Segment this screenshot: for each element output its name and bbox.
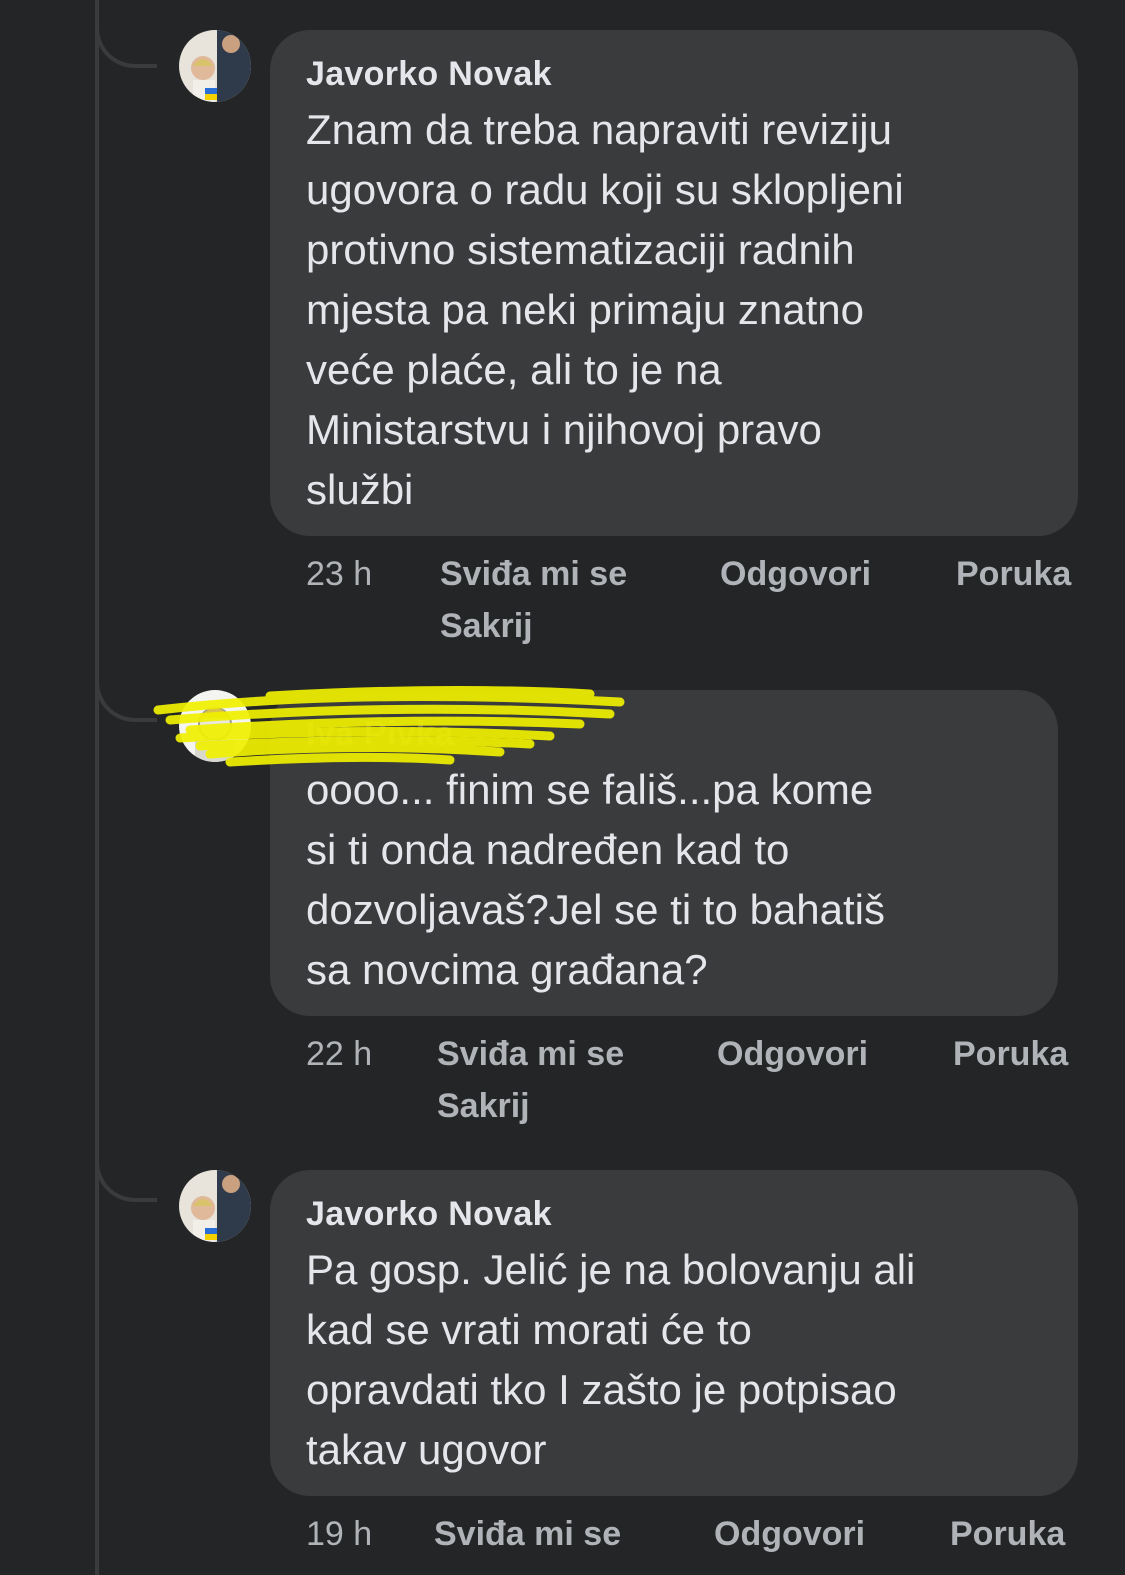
comment-author[interactable]: Javorko Novak — [306, 52, 1048, 96]
comment-text: oooo... finim se fališ...pa kome si ti o… — [306, 766, 885, 993]
avatar-javorko-novak[interactable] — [179, 1170, 251, 1242]
comment-text: Pa gosp. Jelić je na bolovanju ali kad s… — [306, 1246, 916, 1473]
comment-time[interactable]: 23 h — [306, 548, 372, 600]
reply-connector — [95, 660, 157, 722]
comment-thread: Javorko Novak Znam da treba napraviti re… — [0, 0, 1125, 1575]
reply-connector — [95, 1140, 157, 1202]
avatar-photo-icon — [179, 1170, 251, 1242]
flag-icon — [205, 1228, 217, 1234]
flag-icon — [205, 88, 217, 94]
avatar-photo-icon — [179, 30, 251, 102]
message-button[interactable]: Poruka — [956, 548, 1071, 600]
reply-button[interactable]: Odgovori — [720, 548, 871, 600]
comment-text: Znam da treba napraviti reviziju ugovora… — [306, 106, 904, 513]
avatar-iva-pivka[interactable] — [179, 690, 251, 762]
comment-author[interactable]: Javorko Novak — [306, 1192, 1048, 1236]
comment-bubble: Iva Pivka oooo... finim se fališ...pa ko… — [270, 690, 1058, 1016]
reply-button[interactable]: Odgovori — [717, 1028, 868, 1080]
comment-author[interactable]: Iva Pivka — [306, 712, 1028, 756]
comment-bubble: Javorko Novak Pa gosp. Jelić je na bolov… — [270, 1170, 1078, 1496]
avatar-javorko-novak[interactable] — [179, 30, 251, 102]
message-button[interactable]: Poruka — [950, 1508, 1065, 1560]
like-button[interactable]: Sviđa mi se — [437, 1028, 624, 1080]
comment-bubble: Javorko Novak Znam da treba napraviti re… — [270, 30, 1078, 536]
avatar-photo-icon — [179, 690, 251, 762]
hide-button[interactable]: Sakrij — [440, 600, 533, 652]
reply-button[interactable]: Odgovori — [714, 1508, 865, 1560]
message-button[interactable]: Poruka — [953, 1028, 1068, 1080]
comment-time[interactable]: 19 h — [306, 1508, 372, 1560]
comment-time[interactable]: 22 h — [306, 1028, 372, 1080]
reply-connector — [95, 6, 157, 68]
like-button[interactable]: Sviđa mi se — [440, 548, 627, 600]
hide-button[interactable]: Sakrij — [437, 1080, 530, 1132]
like-button[interactable]: Sviđa mi se — [434, 1508, 621, 1560]
thread-line — [95, 0, 99, 1575]
